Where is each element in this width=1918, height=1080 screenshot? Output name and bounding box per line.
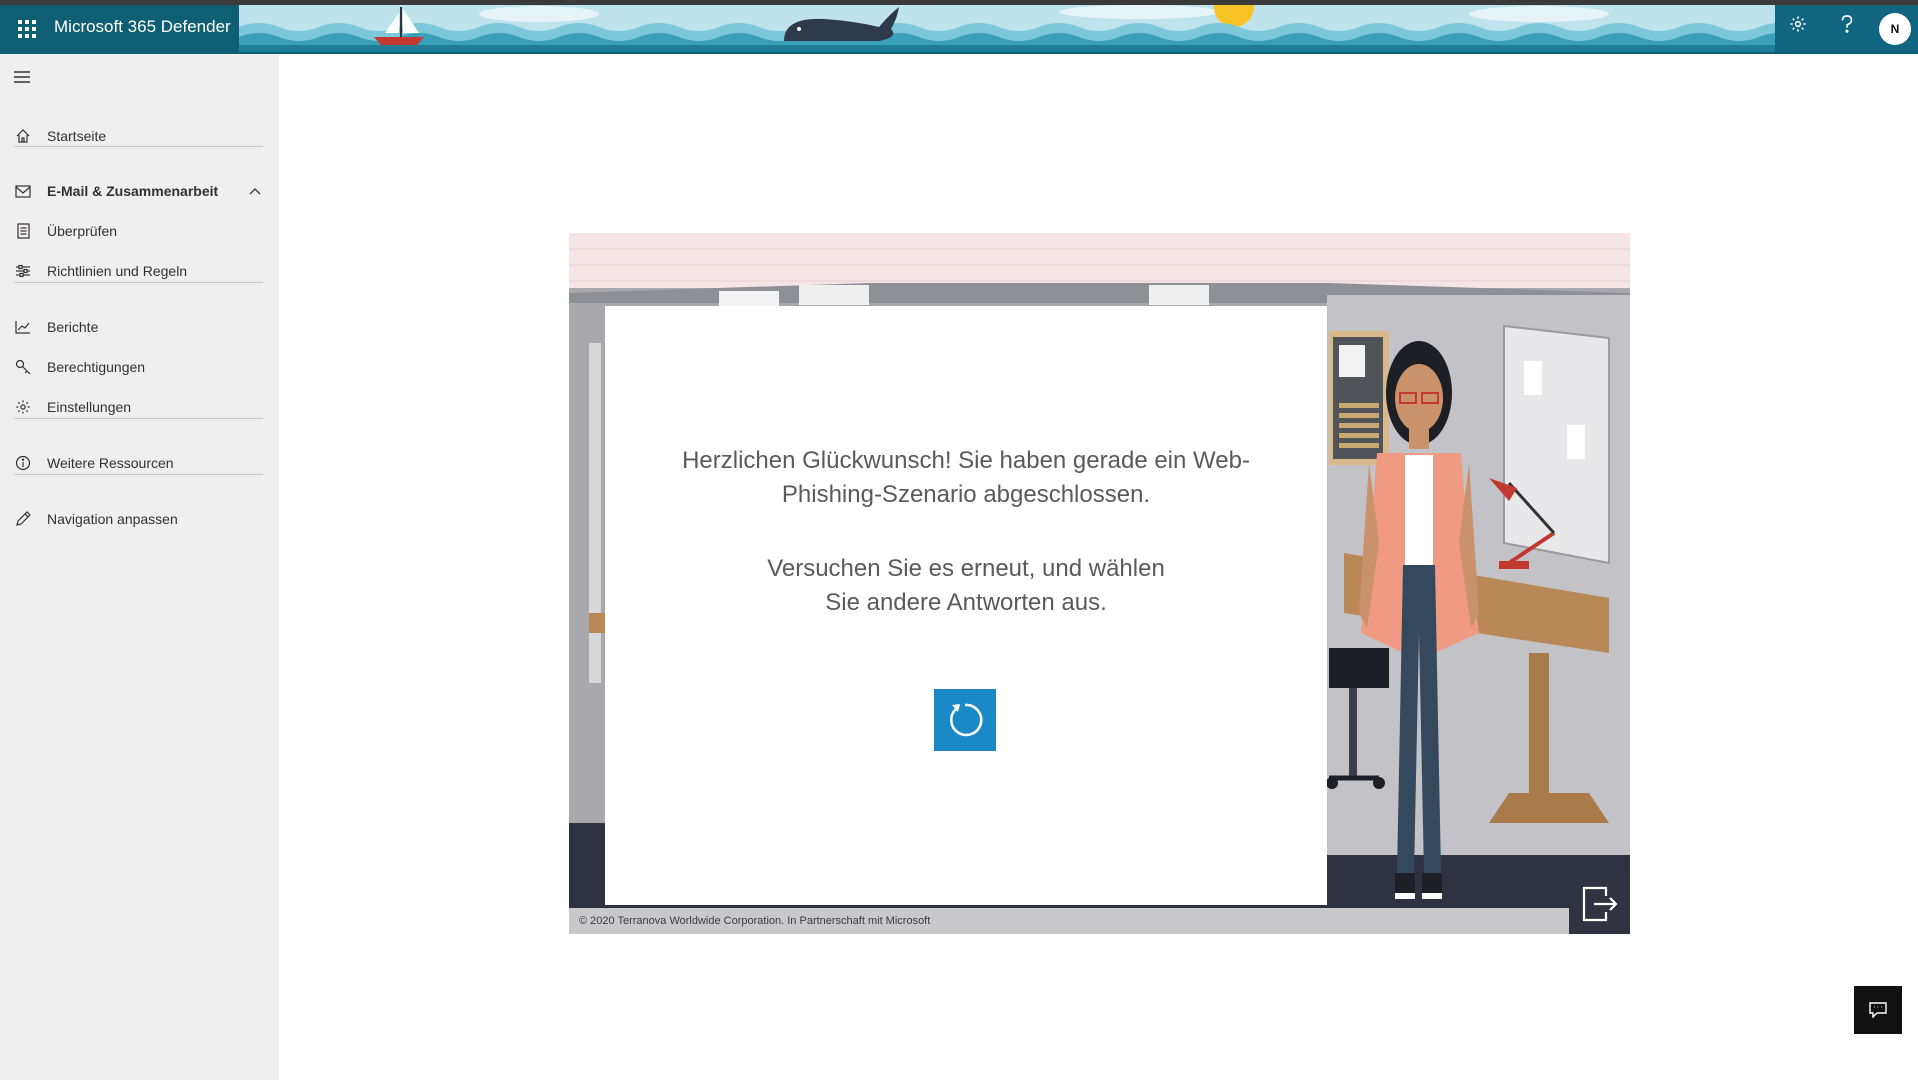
app-title[interactable]: Microsoft 365 Defender — [54, 17, 231, 37]
nav-divider — [14, 418, 263, 419]
sidebar-item-navigation-anpassen[interactable]: Navigation anpassen — [0, 501, 279, 537]
exit-icon — [1582, 886, 1618, 921]
sidebar-item-label: Startseite — [47, 128, 107, 144]
copyright-text: © 2020 Terranova Worldwide Corporation. … — [579, 915, 931, 927]
app-launcher-icon[interactable] — [10, 12, 44, 46]
header-banner-illustration — [239, 5, 1775, 52]
feedback-chat-icon — [1869, 1002, 1887, 1018]
sidebar-item-label: Einstellungen — [47, 399, 132, 415]
sidebar-item-label: Überprüfen — [47, 223, 118, 239]
hamburger-menu-icon[interactable] — [12, 66, 34, 88]
sidebar-item-berichte[interactable]: Berichte — [0, 309, 279, 345]
info-icon — [14, 454, 32, 472]
mail-icon — [14, 182, 32, 200]
sidebar-item-label: Weitere Ressourcen — [47, 455, 174, 471]
chart-line-icon — [14, 318, 32, 336]
pencil-icon — [14, 510, 32, 528]
sidebar-item-email-zusammenarbeit[interactable]: E-Mail & Zusammenarbeit — [0, 173, 279, 209]
refresh-icon — [950, 703, 983, 737]
document-icon — [14, 222, 32, 240]
nav-divider — [14, 474, 263, 475]
exit-button[interactable] — [1569, 873, 1630, 934]
nav-divider — [14, 146, 263, 147]
settings-gear-icon[interactable] — [1780, 6, 1816, 42]
feedback-button[interactable] — [1854, 986, 1902, 1034]
congratulations-message: Herzlichen Glückwunsch! Sie haben gerade… — [682, 447, 1250, 508]
sidebar-item-einstellungen[interactable]: Einstellungen — [0, 389, 279, 425]
nav-divider — [14, 282, 263, 283]
chevron-up-icon[interactable] — [246, 182, 264, 200]
sidebar-item-label: Navigation anpassen — [47, 511, 178, 527]
retry-instruction: Versuchen Sie es erneut, und wählen Sie … — [767, 555, 1165, 616]
gear-icon — [14, 398, 32, 416]
sidebar-item-startseite[interactable]: Startseite — [0, 118, 279, 154]
top-header: Microsoft 365 Defender N — [0, 0, 1918, 54]
sidebar-item-label: Berichte — [47, 319, 99, 335]
sidebar-item-label: Berechtigungen — [47, 359, 146, 375]
key-icon — [14, 358, 32, 376]
retry-button[interactable] — [934, 689, 996, 751]
sidebar-item-weitere-ressourcen[interactable]: Weitere Ressourcen — [0, 445, 279, 481]
sidebar-item-berechtigungen[interactable]: Berechtigungen — [0, 349, 279, 385]
training-scene: Herzlichen Glückwunsch! Sie haben gerade… — [569, 233, 1630, 934]
help-icon[interactable] — [1829, 6, 1865, 42]
left-navigation: Startseite E-Mail & Zusammenarbeit Überp… — [0, 54, 279, 1080]
sidebar-item-label: E-Mail & Zusammenarbeit — [47, 183, 219, 199]
user-avatar[interactable]: N — [1879, 13, 1911, 45]
sidebar-item-label: Richtlinien und Regeln — [47, 263, 188, 279]
message-card: Herzlichen Glückwunsch! Sie haben gerade… — [605, 306, 1327, 905]
sidebar-item-richtlinien-und-regeln[interactable]: Richtlinien und Regeln — [0, 253, 279, 289]
scene-footer: © 2020 Terranova Worldwide Corporation. … — [569, 908, 1569, 934]
sidebar-item-ueberpruefen[interactable]: Überprüfen — [0, 213, 279, 249]
sliders-icon — [14, 262, 32, 280]
home-icon — [14, 127, 32, 145]
